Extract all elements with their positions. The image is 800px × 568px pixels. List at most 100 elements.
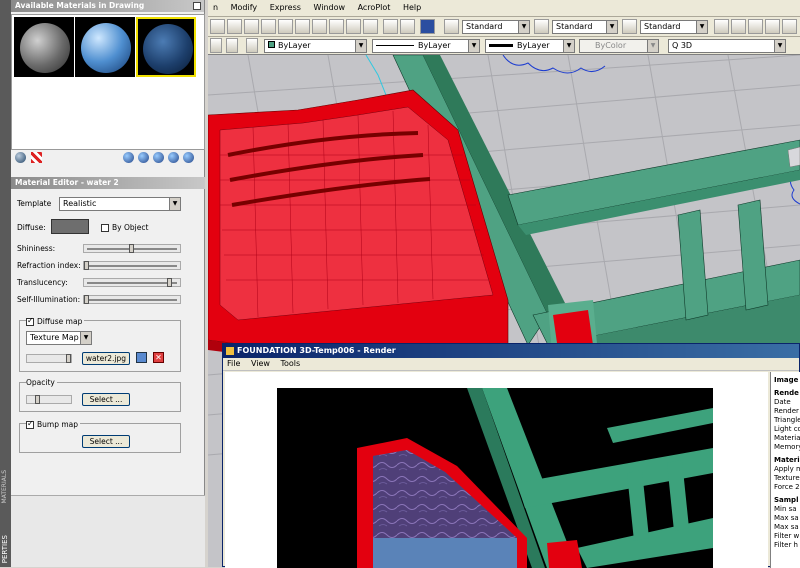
chevron-down-icon: ▼ — [647, 40, 658, 52]
tool-icon[interactable] — [714, 19, 729, 34]
create-material-icon[interactable] — [123, 152, 134, 163]
render-menu-file[interactable]: File — [223, 358, 244, 369]
tool-icon[interactable] — [295, 19, 310, 34]
delete-map-icon[interactable]: ✕ — [153, 352, 164, 363]
materials-section-title[interactable]: Available Materials in Drawing — [11, 0, 204, 12]
layer-select[interactable]: Q 3D ▼ — [668, 39, 786, 53]
material-swatch-water1[interactable] — [75, 17, 135, 77]
translucency-slider[interactable] — [83, 278, 181, 287]
slider-thumb[interactable] — [129, 244, 134, 253]
slider-thumb[interactable] — [35, 395, 40, 404]
linetype-select[interactable]: ByLayer ▼ — [372, 39, 480, 53]
table-style-select[interactable]: Standard ▼ — [640, 20, 708, 34]
tool-icon[interactable] — [748, 19, 763, 34]
diffuse-map-group: Diffuse map Texture Map▼ water2.jpg ✕ — [19, 316, 181, 372]
shininess-slider[interactable] — [83, 244, 181, 253]
opacity-slider[interactable] — [26, 395, 72, 404]
chevron-down-icon: ▼ — [606, 21, 617, 33]
bump-select-button[interactable]: Select ... — [82, 435, 130, 448]
menu-modify[interactable]: Modify — [226, 0, 263, 12]
apply-material-icon[interactable] — [153, 152, 164, 163]
slider-thumb[interactable] — [166, 278, 172, 287]
properties-toolbar: ByLayer ▼ ByLayer ▼ ByLayer ▼ ByColor ▼ Q 3D… — [208, 37, 800, 55]
palette-side-strip[interactable]: MATERIALS PERTIES — [0, 0, 11, 567]
material-sphere-icon — [143, 24, 193, 74]
tool-icon[interactable] — [329, 19, 344, 34]
linetype-preview-icon — [376, 45, 414, 46]
material-options-icon[interactable] — [183, 152, 194, 163]
layer-icon[interactable] — [210, 38, 222, 53]
lineweight-preview-icon — [489, 44, 513, 47]
palette-options-icon[interactable] — [193, 2, 201, 10]
chevron-down-icon: ▼ — [355, 40, 366, 52]
tool-icon[interactable] — [278, 19, 293, 34]
material-swatch-global[interactable] — [14, 17, 74, 77]
palette-tab-materials[interactable]: MATERIALS — [1, 470, 8, 503]
materials-palette: Available Materials in Drawing Material … — [11, 0, 205, 567]
diffuse-map-checkbox[interactable]: Diffuse map — [26, 316, 85, 326]
materials-swatch-area — [11, 14, 205, 150]
map-blend-slider[interactable] — [26, 354, 72, 363]
material-swatch-water2[interactable] — [136, 17, 196, 77]
template-select[interactable]: Realistic ▼ — [59, 197, 181, 211]
tool-icon[interactable] — [782, 19, 797, 34]
text-style-select[interactable]: Standard ▼ — [462, 20, 530, 34]
tool-icon[interactable] — [346, 19, 361, 34]
color-select[interactable]: ByLayer ▼ — [264, 39, 367, 53]
palette-tab-properties[interactable]: PERTIES — [1, 535, 9, 563]
menu-help[interactable]: Help — [398, 0, 426, 12]
template-label: Template — [17, 199, 52, 208]
self-illumination-slider[interactable] — [83, 295, 181, 304]
refraction-label: Refraction index: — [17, 261, 81, 270]
lineweight-select[interactable]: ByLayer ▼ — [485, 39, 575, 53]
tool-icon[interactable] — [363, 19, 378, 34]
render-title-bar[interactable]: FOUNDATION 3D-Temp006 - Render — [223, 344, 799, 358]
material-editor: Material Editor - water 2 Template Reali… — [11, 177, 205, 457]
remove-material-icon[interactable] — [168, 152, 179, 163]
opacity-select-button[interactable]: Select ... — [82, 393, 130, 406]
menu-window[interactable]: Window — [308, 0, 350, 12]
material-sphere-icon — [20, 23, 70, 73]
map-file-button[interactable]: water2.jpg — [82, 352, 130, 365]
tool-icon[interactable] — [400, 19, 415, 34]
refraction-slider[interactable] — [83, 261, 181, 270]
by-object-checkbox[interactable]: By Object — [101, 223, 148, 232]
map-type-select[interactable]: Texture Map ▼ — [26, 331, 92, 345]
tool-icon[interactable] — [383, 19, 398, 34]
render-menubar: File View Tools — [223, 358, 799, 371]
tool-icon[interactable] — [261, 19, 276, 34]
tool-icon[interactable] — [731, 19, 746, 34]
tool-icon[interactable] — [312, 19, 327, 34]
help-icon[interactable] — [420, 19, 435, 34]
menu-acroplot[interactable]: AcroPlot — [353, 0, 396, 12]
menu-draw[interactable]: n — [208, 0, 223, 12]
render-menu-view[interactable]: View — [247, 358, 274, 369]
tool-icon[interactable] — [246, 38, 258, 53]
chevron-down-icon: ▼ — [80, 332, 91, 344]
self-illumination-label: Self-Illumination: — [17, 295, 81, 304]
diffuse-color-swatch[interactable] — [51, 219, 89, 234]
slider-thumb[interactable] — [66, 354, 71, 363]
slider-thumb[interactable] — [84, 295, 89, 304]
layer-previous-icon[interactable] — [226, 38, 238, 53]
render-menu-tools[interactable]: Tools — [276, 358, 304, 369]
slider-thumb[interactable] — [84, 261, 89, 270]
purge-material-icon[interactable] — [138, 152, 149, 163]
tool-icon[interactable] — [765, 19, 780, 34]
dim-style-select[interactable]: Standard ▼ — [552, 20, 618, 34]
bump-map-checkbox[interactable]: Bump map — [26, 419, 81, 429]
palette-empty-area — [11, 495, 205, 567]
tool-icon[interactable] — [210, 19, 225, 34]
tool-icon[interactable] — [244, 19, 259, 34]
rendered-scene — [277, 388, 713, 568]
menu-express[interactable]: Express — [265, 0, 306, 12]
diffuse-label: Diffuse: — [17, 223, 46, 232]
checkbox-icon — [26, 419, 34, 429]
tool-icon[interactable] — [227, 19, 242, 34]
sphere-preview-icon[interactable] — [15, 152, 26, 163]
text-style-icon — [444, 19, 459, 34]
material-editor-title[interactable]: Material Editor - water 2 — [11, 177, 205, 189]
checkbox-icon — [101, 224, 109, 232]
checker-background-icon[interactable] — [31, 152, 42, 163]
adjust-bitmap-icon[interactable] — [136, 352, 147, 363]
